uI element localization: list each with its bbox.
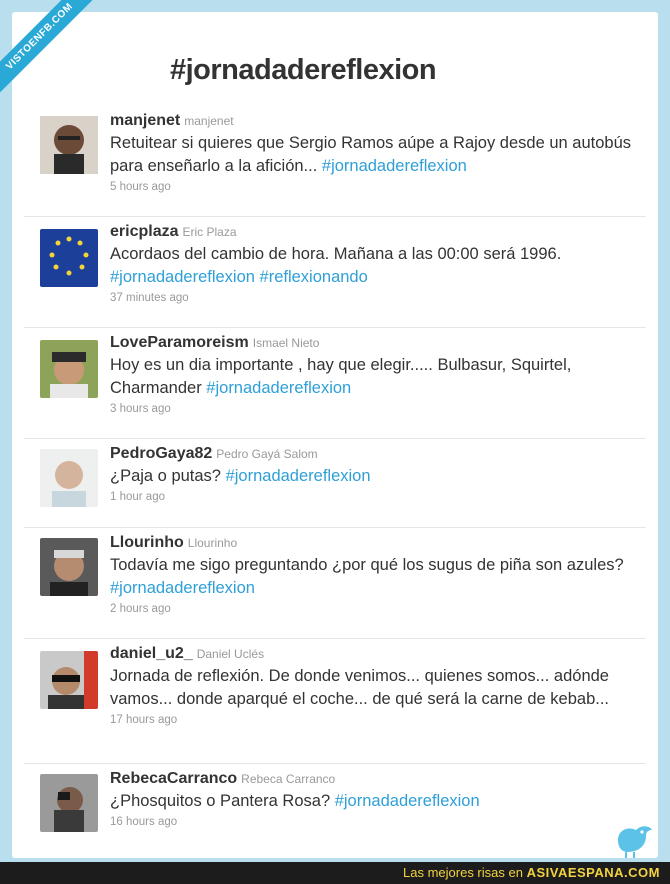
tweet-username[interactable]: Llourinho: [110, 534, 184, 551]
tweet-item: PedroGaya82 Pedro Gayá Salom ¿Paja o puta…: [24, 439, 646, 528]
tweet-text: Todavía me sigo preguntando ¿por qué los…: [110, 556, 624, 574]
tweet-collection-card: #jornadadereflexion manjenet manjenet Ret…: [12, 12, 658, 858]
tweet-item: LoveParamoreism Ismael Nieto Hoy es un di…: [24, 328, 646, 439]
tweet-realname: Eric Plaza: [182, 225, 237, 239]
tweet-realname: manjenet: [184, 114, 234, 128]
avatar[interactable]: [40, 116, 98, 174]
tweet-username[interactable]: PedroGaya82: [110, 445, 212, 462]
tweet-username[interactable]: LoveParamoreism: [110, 334, 249, 351]
tweet-text: ¿Paja o putas?: [110, 467, 226, 485]
tweet-text: Jornada de reflexión. De donde venimos..…: [110, 667, 609, 708]
footer-credit[interactable]: Las mejores risas en ASIVAESPANA.COM: [403, 865, 660, 880]
twitter-bird-icon: [618, 826, 652, 858]
hashtag-link[interactable]: #jornadadereflexion: [322, 157, 467, 175]
avatar[interactable]: [40, 340, 98, 398]
avatar[interactable]: [40, 651, 98, 709]
footer-prefix: Las mejores risas en: [403, 865, 527, 880]
tweet-timestamp[interactable]: 37 minutes ago: [110, 292, 636, 304]
page-title: #jornadadereflexion: [170, 54, 437, 86]
tweet-timestamp[interactable]: 1 hour ago: [110, 491, 636, 503]
hashtag-link[interactable]: #jornadadereflexion #reflexionando: [110, 268, 368, 286]
avatar[interactable]: [40, 449, 98, 507]
tweet-item: daniel_u2_ Daniel Uclés Jornada de reflex…: [24, 639, 646, 764]
tweet-timestamp[interactable]: 17 hours ago: [110, 714, 636, 726]
tweet-realname: Rebeca Carranco: [241, 772, 336, 786]
tweet-realname: Daniel Uclés: [196, 647, 265, 661]
tweet-item: Llourinho Llourinho Todavía me sigo pregu…: [24, 528, 646, 639]
avatar[interactable]: [40, 229, 98, 287]
tweet-timestamp[interactable]: 5 hours ago: [110, 181, 636, 193]
hashtag-link[interactable]: #jornadadereflexion: [335, 792, 480, 810]
tweet-item: RebecaCarranco Rebeca Carranco ¿Phosquito…: [24, 764, 646, 836]
tweet-timestamp[interactable]: 2 hours ago: [110, 603, 636, 615]
tweet-username[interactable]: daniel_u2_: [110, 645, 193, 662]
tweet-realname: Ismael Nieto: [252, 336, 320, 350]
avatar[interactable]: [40, 774, 98, 832]
hashtag-link[interactable]: #jornadadereflexion: [110, 579, 255, 597]
tweet-realname: Llourinho: [187, 536, 238, 550]
tweet-timestamp[interactable]: 16 hours ago: [110, 816, 636, 828]
tweet-realname: Pedro Gayá Salom: [216, 447, 318, 461]
footer-bar: Las mejores risas en ASIVAESPANA.COM: [0, 862, 670, 884]
tweet-item: manjenet manjenet Retuitear si quieres qu…: [24, 108, 646, 217]
tweet-username[interactable]: ericplaza: [110, 223, 178, 240]
tweet-text: ¿Phosquitos o Pantera Rosa?: [110, 792, 335, 810]
footer-brand[interactable]: ASIVAESPANA.COM: [527, 865, 660, 880]
tweet-username[interactable]: manjenet: [110, 112, 180, 129]
tweet-timestamp[interactable]: 3 hours ago: [110, 403, 636, 415]
hashtag-link[interactable]: #jornadadereflexion: [226, 467, 371, 485]
tweet-text: Acordaos del cambio de hora. Mañana a la…: [110, 245, 562, 263]
tweet-username[interactable]: RebecaCarranco: [110, 770, 237, 787]
hashtag-link[interactable]: #jornadadereflexion: [206, 379, 351, 397]
tweet-item: ericplaza Eric Plaza Acordaos del cambio …: [24, 217, 646, 328]
avatar[interactable]: [40, 538, 98, 596]
